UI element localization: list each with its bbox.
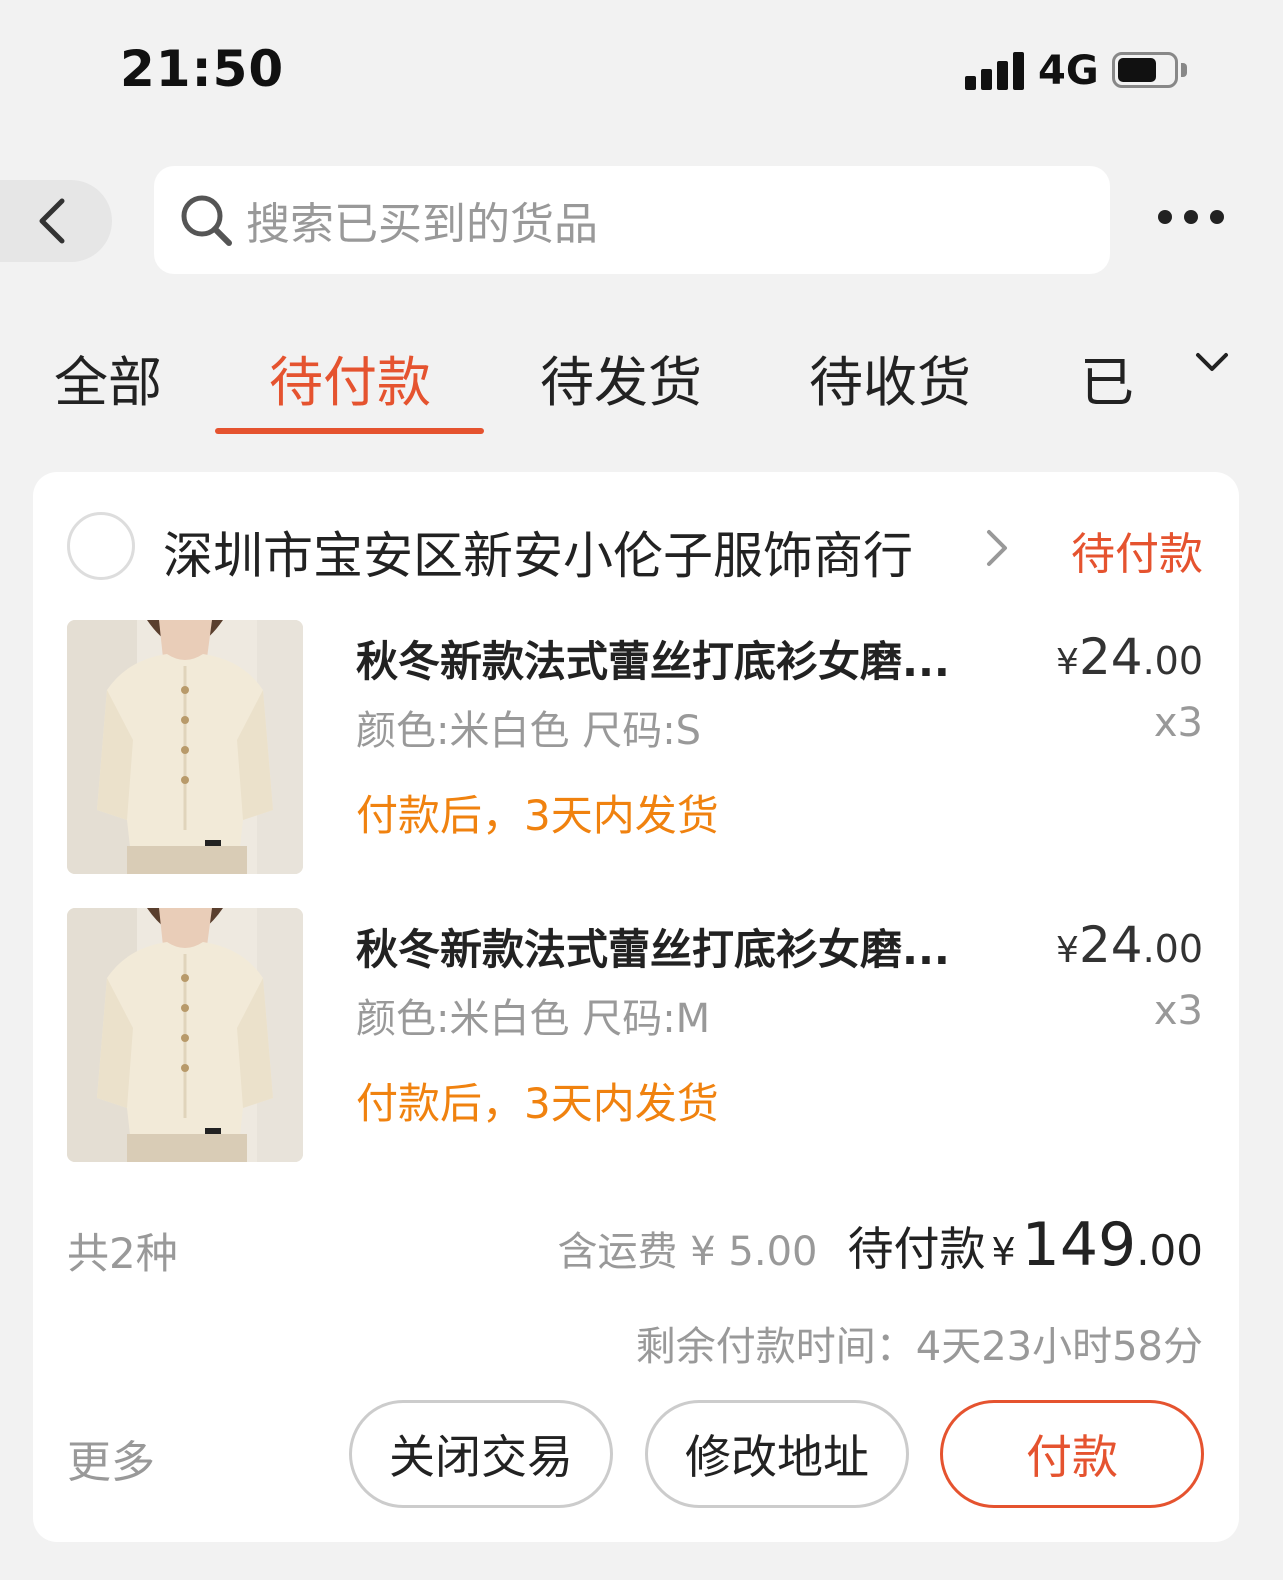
product-price: ¥24.00 [1056, 628, 1203, 686]
battery-cap [1181, 63, 1187, 77]
shipping-note: 付款后，3天内发货 [356, 1079, 719, 1128]
tab-completed[interactable]: 已 [1080, 338, 1156, 417]
close-order-button[interactable]: 关闭交易 [349, 1400, 613, 1508]
signal-icon [965, 52, 1025, 90]
search-input[interactable]: 搜索已买到的货品 [154, 166, 1110, 274]
back-arrow-icon [39, 198, 65, 244]
order-status: 待付款 [1071, 529, 1203, 580]
order-total: 含运费 ¥ 5.00 待付款 ¥ 149 .00 [557, 1210, 1203, 1280]
order-card: 深圳市宝安区新安小伦子服饰商行 待付款 秋冬新款法式蕾丝打底衫女磨... 颜色:… [33, 472, 1239, 1542]
tab-pending-payment[interactable]: 待付款 [269, 338, 431, 417]
product-sku: 颜色:米白色 尺码:M [356, 996, 711, 1042]
shipping-fee: 含运费 ¥ 5.00 [557, 1229, 818, 1275]
order-tabs: 全部 待付款 待发货 待收货 已 [0, 330, 1283, 440]
product-sku: 颜色:米白色 尺码:S [356, 708, 702, 754]
tab-all[interactable]: 全部 [54, 338, 162, 417]
product-image [67, 620, 303, 874]
tab-pending-receipt[interactable]: 待收货 [809, 338, 971, 417]
status-time: 21:50 [120, 40, 285, 98]
shop-select-checkbox[interactable] [67, 512, 135, 580]
product-image [67, 908, 303, 1162]
shop-name[interactable]: 深圳市宝安区新安小伦子服饰商行 [163, 516, 913, 588]
more-actions-link[interactable]: 更多 [67, 1426, 155, 1490]
shipping-note: 付款后，3天内发货 [356, 791, 719, 840]
total-amount: 149 [1021, 1210, 1137, 1280]
product-quantity: x3 [1153, 700, 1203, 746]
remaining-payment-time: 剩余付款时间：4天23小时58分 [635, 1324, 1203, 1370]
edit-address-button[interactable]: 修改地址 [645, 1400, 909, 1508]
product-quantity: x3 [1153, 988, 1203, 1034]
order-item[interactable]: 秋冬新款法式蕾丝打底衫女磨... 颜色:米白色 尺码:M 付款后，3天内发货 ¥… [33, 908, 1239, 1164]
search-placeholder: 搜索已买到的货品 [246, 199, 598, 250]
status-bar: 21:50 4G [0, 0, 1283, 140]
search-icon [181, 195, 232, 246]
product-title: 秋冬新款法式蕾丝打底衫女磨... [356, 637, 950, 686]
chevron-down-icon[interactable] [1190, 340, 1234, 384]
pay-button[interactable]: 付款 [940, 1400, 1204, 1508]
product-title: 秋冬新款法式蕾丝打底衫女磨... [356, 925, 950, 974]
more-dots-icon[interactable] [1158, 210, 1224, 230]
product-price: ¥24.00 [1056, 916, 1203, 974]
chevron-right-icon[interactable] [983, 526, 1013, 570]
back-button[interactable] [0, 180, 112, 262]
active-tab-indicator [215, 428, 484, 434]
battery-icon [1112, 52, 1178, 88]
network-type: 4G [1038, 48, 1099, 94]
tab-pending-shipment[interactable]: 待发货 [540, 338, 702, 417]
item-kinds-count: 共2种 [67, 1229, 178, 1278]
amount-due-label: 待付款 [847, 1222, 986, 1276]
order-item[interactable]: 秋冬新款法式蕾丝打底衫女磨... 颜色:米白色 尺码:S 付款后，3天内发货 ¥… [33, 620, 1239, 876]
